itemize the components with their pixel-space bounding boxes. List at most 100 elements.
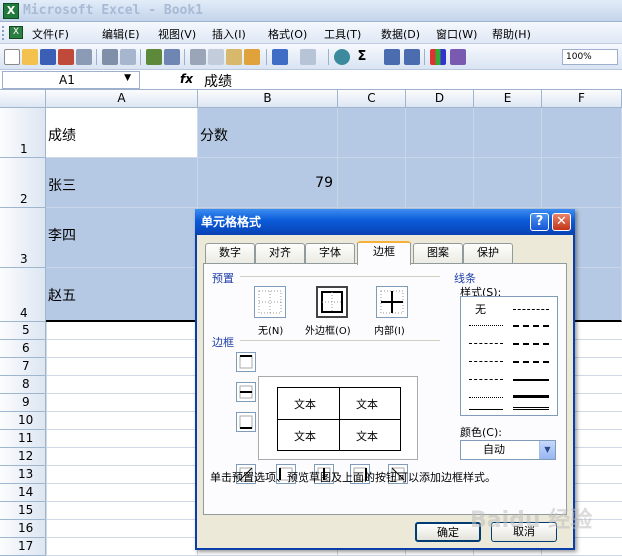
border-preview[interactable]: 文本 文本 文本 文本 — [258, 376, 418, 460]
menu-view[interactable]: 视图(V) — [158, 26, 196, 42]
save-icon[interactable] — [40, 49, 56, 65]
preset-inside-button[interactable] — [376, 286, 408, 318]
cell-a3[interactable]: 李四 — [46, 208, 198, 268]
column-header-a[interactable]: A — [46, 90, 198, 108]
menu-data[interactable]: 数据(D) — [381, 26, 420, 42]
zoom-dropdown[interactable]: 100% — [562, 49, 618, 65]
workbook-icon[interactable]: X — [9, 26, 23, 39]
insert-function-icon[interactable]: fx — [180, 72, 193, 86]
cell-a2[interactable]: 张三 — [46, 158, 198, 208]
column-header-b[interactable]: B — [198, 90, 338, 108]
line-style-option[interactable] — [513, 325, 549, 327]
cell-e1[interactable] — [474, 108, 542, 158]
row-header-14[interactable]: 14 — [0, 484, 46, 502]
column-header-c[interactable]: C — [338, 90, 406, 108]
row-header-1[interactable]: 1 — [0, 108, 46, 158]
row-header-5[interactable]: 5 — [0, 322, 46, 340]
tab-protection[interactable]: 保护 — [463, 243, 513, 263]
preset-outline-button[interactable] — [316, 286, 348, 318]
undo-icon[interactable] — [272, 49, 288, 65]
cell-f1[interactable] — [542, 108, 622, 158]
cut-icon[interactable] — [190, 49, 206, 65]
research-icon[interactable] — [164, 49, 180, 65]
sort-ascending-icon[interactable] — [384, 49, 400, 65]
tab-number[interactable]: 数字 — [205, 243, 255, 263]
print-preview-icon[interactable] — [120, 49, 136, 65]
line-style-option[interactable] — [513, 343, 549, 345]
close-button[interactable]: ✕ — [552, 213, 571, 231]
line-style-none[interactable]: 无 — [475, 301, 486, 317]
format-painter-icon[interactable] — [244, 49, 260, 65]
menu-insert[interactable]: 插入(I) — [212, 26, 246, 42]
tab-border[interactable]: 边框 — [357, 241, 411, 265]
menu-window[interactable]: 窗口(W) — [436, 26, 477, 42]
border-top-button[interactable] — [236, 352, 256, 372]
menu-edit[interactable]: 编辑(E) — [102, 26, 140, 42]
line-style-option[interactable] — [513, 407, 549, 410]
row-header-11[interactable]: 11 — [0, 430, 46, 448]
email-icon[interactable] — [76, 49, 92, 65]
line-style-option[interactable] — [469, 343, 503, 344]
sort-descending-icon[interactable] — [404, 49, 420, 65]
cell-c1[interactable] — [338, 108, 406, 158]
open-icon[interactable] — [22, 49, 38, 65]
select-all-corner[interactable] — [0, 90, 46, 108]
row-header-16[interactable]: 16 — [0, 520, 46, 538]
tab-alignment[interactable]: 对齐 — [255, 243, 305, 263]
name-box[interactable]: A1 ▼ — [2, 71, 140, 89]
cell-f2[interactable] — [542, 158, 622, 208]
line-style-option[interactable] — [469, 379, 503, 380]
column-header-f[interactable]: F — [542, 90, 622, 108]
cell-d2[interactable] — [406, 158, 474, 208]
line-style-option[interactable] — [469, 325, 503, 326]
hyperlink-icon[interactable] — [334, 49, 350, 65]
cell-e2[interactable] — [474, 158, 542, 208]
border-middle-horizontal-button[interactable] — [236, 382, 256, 402]
cell-b2[interactable]: 79 — [198, 158, 338, 208]
line-style-option[interactable] — [513, 309, 549, 310]
spelling-icon[interactable] — [146, 49, 162, 65]
line-style-option[interactable] — [469, 361, 503, 362]
autosum-icon[interactable]: Σ — [354, 49, 370, 65]
chevron-down-icon[interactable]: ▼ — [539, 441, 555, 459]
row-header-6[interactable]: 6 — [0, 340, 46, 358]
color-dropdown[interactable]: 自动 ▼ — [460, 440, 556, 460]
line-style-option[interactable] — [469, 409, 503, 410]
row-header-2[interactable]: 2 — [0, 158, 46, 208]
border-bottom-button[interactable] — [236, 412, 256, 432]
preset-none-button[interactable] — [254, 286, 286, 318]
new-icon[interactable] — [4, 49, 20, 65]
row-header-4[interactable]: 4 — [0, 268, 46, 322]
line-style-option[interactable] — [513, 395, 549, 398]
print-icon[interactable] — [102, 49, 118, 65]
column-header-e[interactable]: E — [474, 90, 542, 108]
tab-font[interactable]: 字体 — [305, 243, 355, 263]
row-header-9[interactable]: 9 — [0, 394, 46, 412]
redo-icon[interactable] — [300, 49, 316, 65]
copy-icon[interactable] — [208, 49, 224, 65]
row-header-8[interactable]: 8 — [0, 376, 46, 394]
formula-input[interactable]: 成绩 — [204, 71, 232, 91]
chart-wizard-icon[interactable] — [430, 49, 446, 65]
menu-help[interactable]: 帮助(H) — [492, 26, 531, 42]
menu-file[interactable]: 文件(F) — [32, 26, 69, 42]
row-header-7[interactable]: 7 — [0, 358, 46, 376]
chevron-down-icon[interactable]: ▼ — [124, 73, 131, 83]
menu-tools[interactable]: 工具(T) — [324, 26, 361, 42]
cell-c2[interactable] — [338, 158, 406, 208]
permission-icon[interactable] — [58, 49, 74, 65]
row-header-17[interactable]: 17 — [0, 538, 46, 556]
drawing-icon[interactable] — [450, 49, 466, 65]
cell-a1[interactable]: 成绩 — [46, 108, 198, 158]
paste-icon[interactable] — [226, 49, 242, 65]
line-style-list[interactable]: 无 — [460, 296, 558, 416]
row-header-13[interactable]: 13 — [0, 466, 46, 484]
menu-format[interactable]: 格式(O) — [268, 26, 307, 42]
row-header-12[interactable]: 12 — [0, 448, 46, 466]
column-header-d[interactable]: D — [406, 90, 474, 108]
cell-d1[interactable] — [406, 108, 474, 158]
line-style-option[interactable] — [469, 397, 503, 398]
cell-b1[interactable]: 分数 — [198, 108, 338, 158]
cell-a4[interactable]: 赵五 — [46, 268, 198, 322]
dialog-title-bar[interactable]: 单元格格式 — [195, 209, 575, 235]
